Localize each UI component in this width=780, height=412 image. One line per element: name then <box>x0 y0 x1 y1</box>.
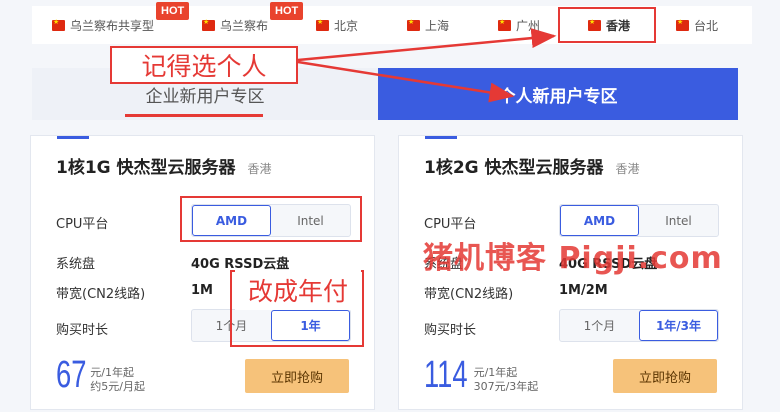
arrow-to-hongkong <box>297 28 557 62</box>
arrow-to-personal-tab <box>297 60 515 103</box>
annotation-arrows <box>297 28 557 103</box>
